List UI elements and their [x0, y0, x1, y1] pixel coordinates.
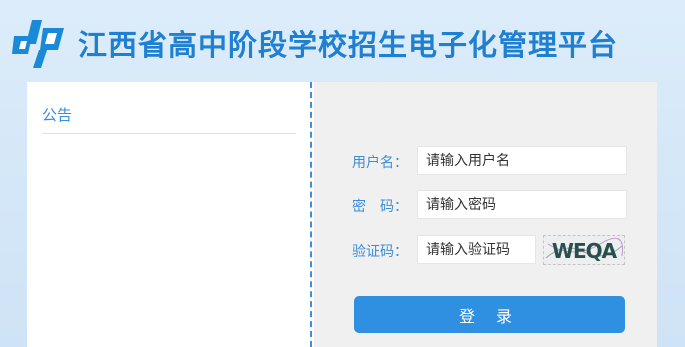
- password-row: 密 码：: [314, 190, 657, 220]
- captcha-text: WEQA: [552, 239, 618, 263]
- login-button[interactable]: 登 录: [354, 296, 625, 333]
- site-title: 江西省高中阶段学校招生电子化管理平台: [78, 28, 619, 62]
- notice-divider: [42, 133, 296, 134]
- username-row: 用户名：: [314, 146, 657, 176]
- notice-title: 公告: [42, 106, 73, 124]
- username-label: 用户名：: [352, 155, 408, 171]
- header: 江西省高中阶段学校招生电子化管理平台: [0, 0, 685, 82]
- password-input[interactable]: [417, 190, 627, 219]
- captcha-row: 验证码： WEQA: [314, 235, 657, 265]
- captcha-input[interactable]: [417, 235, 536, 264]
- captcha-graphic: WEQA: [545, 237, 624, 263]
- notice-panel: 公告: [27, 82, 312, 347]
- main-panel: 公告 用户名： 密 码： 验证码： WEQA 登 录: [27, 82, 657, 347]
- captcha-label: 验证码：: [352, 244, 408, 260]
- username-input[interactable]: [417, 146, 627, 175]
- cp-logo-icon: [12, 20, 64, 68]
- captcha-image[interactable]: WEQA: [543, 235, 625, 265]
- login-panel: 用户名： 密 码： 验证码： WEQA 登 录: [314, 82, 657, 347]
- password-label: 密 码：: [352, 199, 408, 215]
